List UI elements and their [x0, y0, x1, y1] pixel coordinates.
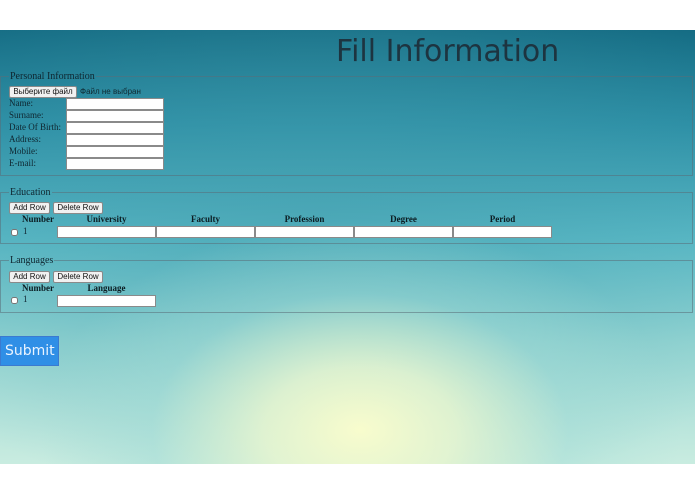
- submit-button[interactable]: Submit: [0, 336, 59, 366]
- education-period-input[interactable]: [453, 226, 552, 238]
- education-add-row-button[interactable]: Add Row: [9, 202, 50, 214]
- email-label: E-mail:: [9, 158, 36, 168]
- education-faculty-input[interactable]: [156, 226, 255, 238]
- education-header-degree: Degree: [390, 214, 417, 224]
- address-input[interactable]: [66, 134, 164, 146]
- languages-add-row-button[interactable]: Add Row: [9, 271, 50, 283]
- education-row-checkbox[interactable]: [11, 229, 18, 236]
- name-label: Name:: [9, 98, 33, 108]
- surname-input[interactable]: [66, 110, 164, 122]
- date-of-birth-input[interactable]: [66, 122, 164, 134]
- education-header-profession: Profession: [284, 214, 325, 224]
- languages-header-language: Language: [87, 283, 126, 293]
- education-profession-input[interactable]: [255, 226, 354, 238]
- education-delete-row-button[interactable]: Delete Row: [53, 202, 103, 214]
- date-of-birth-label: Date Of Birth:: [9, 122, 61, 132]
- education-header-number: Number: [22, 214, 54, 224]
- languages-row-number: 1: [23, 294, 28, 304]
- address-label: Address:: [9, 134, 41, 144]
- mobile-input[interactable]: [66, 146, 164, 158]
- education-header-period: Period: [489, 214, 516, 224]
- education-header-faculty: Faculty: [191, 214, 220, 224]
- languages-header-number: Number: [22, 283, 54, 293]
- language-input[interactable]: [57, 295, 156, 307]
- choose-file-button[interactable]: Выберите файл: [9, 86, 77, 98]
- surname-label: Surname:: [9, 110, 44, 120]
- education-degree-input[interactable]: [354, 226, 453, 238]
- name-input[interactable]: [66, 98, 164, 110]
- education-legend: Education: [10, 187, 51, 198]
- languages-delete-row-button[interactable]: Delete Row: [53, 271, 103, 283]
- email-input[interactable]: [66, 158, 164, 170]
- file-status-text: Файл не выбран: [80, 87, 141, 96]
- languages-row-checkbox[interactable]: [11, 297, 18, 304]
- education-university-input[interactable]: [57, 226, 156, 238]
- languages-legend: Languages: [10, 255, 54, 266]
- education-row-number: 1: [23, 226, 28, 236]
- page-background: Fill Information Personal Information Вы…: [0, 30, 695, 464]
- education-header-university: University: [86, 214, 127, 224]
- personal-information-legend: Personal Information: [10, 71, 95, 82]
- mobile-label: Mobile:: [9, 146, 38, 156]
- page-title: Fill Information: [336, 34, 560, 69]
